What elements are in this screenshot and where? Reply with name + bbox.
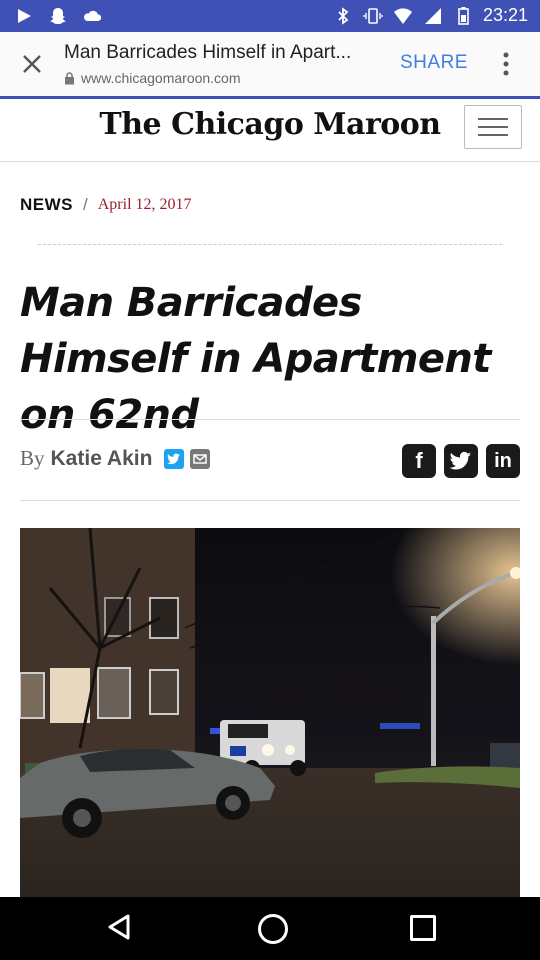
play-icon xyxy=(18,9,31,23)
page-title: Man Barricades Himself in Apart... xyxy=(64,42,352,63)
url-text: www.chicagomaroon.com xyxy=(81,70,241,86)
dashed-divider xyxy=(38,244,502,245)
site-header: The Chicago Maroon xyxy=(0,99,540,162)
hamburger-menu-button[interactable] xyxy=(464,105,522,149)
hamburger-line xyxy=(478,126,508,128)
system-nav-bar xyxy=(0,897,540,960)
close-icon[interactable] xyxy=(18,50,46,78)
linkedin-share-icon[interactable]: in xyxy=(486,444,520,478)
vibrate-icon xyxy=(363,7,383,24)
byline-prefix: By xyxy=(20,446,45,470)
snapchat-icon xyxy=(50,8,66,24)
article-photo xyxy=(20,528,520,898)
author-email-icon[interactable] xyxy=(190,448,211,469)
article-date: April 12, 2017 xyxy=(97,196,192,213)
photo-illustration xyxy=(20,528,520,898)
status-right-icons: 23:21 xyxy=(333,5,528,26)
home-icon[interactable] xyxy=(258,914,288,944)
recents-icon[interactable] xyxy=(410,915,436,941)
divider xyxy=(20,500,520,501)
cloud-icon xyxy=(83,10,102,21)
url-display[interactable]: www.chicagomaroon.com xyxy=(64,70,241,86)
battery-icon xyxy=(458,6,469,25)
signal-icon xyxy=(424,7,441,24)
twitter-share-icon[interactable] xyxy=(444,444,478,478)
share-button[interactable]: SHARE xyxy=(400,52,468,74)
browser-toolbar: Man Barricades Himself in Apart... www.c… xyxy=(0,32,540,99)
site-logo[interactable]: The Chicago Maroon xyxy=(0,107,540,142)
breadcrumb-separator: / xyxy=(83,195,88,214)
wifi-icon xyxy=(393,7,412,24)
section-link[interactable]: NEWS xyxy=(20,195,73,215)
social-share: f in xyxy=(402,444,520,478)
back-icon[interactable] xyxy=(106,913,132,941)
divider xyxy=(20,419,520,420)
hamburger-line xyxy=(478,118,508,120)
bluetooth-icon xyxy=(338,6,349,25)
status-bar: 23:21 xyxy=(0,0,540,32)
status-left-icons xyxy=(14,6,102,26)
author-twitter-icon[interactable] xyxy=(164,448,185,469)
facebook-share-icon[interactable]: f xyxy=(402,444,436,478)
more-options-icon[interactable] xyxy=(498,50,514,78)
lock-icon xyxy=(65,71,74,84)
byline: By Katie Akin xyxy=(20,446,211,471)
status-time: 23:21 xyxy=(482,5,528,25)
author-link[interactable]: Katie Akin xyxy=(51,447,153,471)
hamburger-line xyxy=(478,134,508,136)
article-headline: Man Barricades Himself in Apartment on 6… xyxy=(20,280,491,438)
breadcrumb: NEWS / April 12, 2017 xyxy=(20,195,192,215)
